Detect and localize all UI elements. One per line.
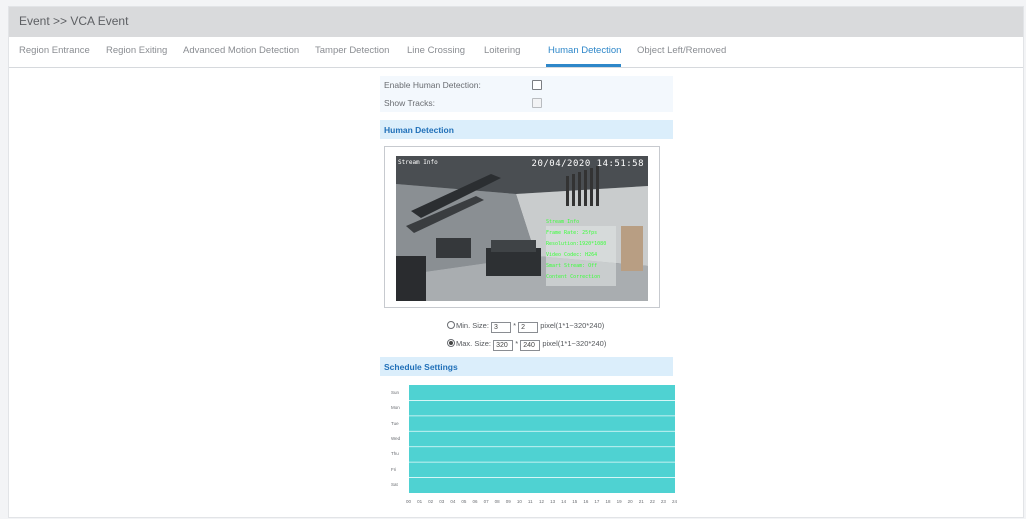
min-size-label: Min. Size: xyxy=(456,321,489,330)
tab-region-entrance[interactable]: Region Entrance xyxy=(19,45,90,56)
min-size-range: pixel(1*1~320*240) xyxy=(540,321,605,330)
day-label: Mon xyxy=(391,405,400,411)
min-size-times: * xyxy=(513,321,517,330)
hour-label: 18 xyxy=(605,499,611,504)
tab-human-detection[interactable]: Human Detection xyxy=(548,45,621,56)
day-label: Fri xyxy=(391,466,397,472)
hour-label: 09 xyxy=(505,499,511,504)
osd-line: Frame Rate: 25fps xyxy=(546,230,598,236)
hour-label: 04 xyxy=(450,499,456,504)
max-size-label: Max. Size: xyxy=(456,339,492,348)
breadcrumb: Event >> VCA Event xyxy=(19,14,129,28)
hour-label: 23 xyxy=(660,499,666,504)
hour-label: 19 xyxy=(616,499,622,504)
day-label: Sun xyxy=(391,389,400,395)
osd-line: Video Codec: H264 xyxy=(546,252,598,258)
min-size-row: Min. Size: 3 * 2 pixel(1*1~320*240) xyxy=(447,321,604,333)
day-label: Thu xyxy=(391,451,399,457)
day-label: Sat xyxy=(391,482,398,488)
tab-advanced-motion-detection[interactable]: Advanced Motion Detection xyxy=(183,45,299,56)
hour-label: 07 xyxy=(483,499,489,504)
day-label: Tue xyxy=(391,420,399,426)
hour-label: 08 xyxy=(494,499,500,504)
schedule-fill xyxy=(409,385,675,493)
tab-tamper-detection[interactable]: Tamper Detection xyxy=(315,45,389,56)
hour-label: 22 xyxy=(649,499,655,504)
page-header: Event >> VCA Event xyxy=(9,7,1023,37)
tab-loitering[interactable]: Loitering xyxy=(484,45,520,56)
schedule-grid-canvas[interactable] xyxy=(391,383,677,497)
show-tracks-checkbox[interactable] xyxy=(532,98,542,108)
max-size-row: Max. Size: 320 * 240 pixel(1*1~320*240) xyxy=(447,339,606,351)
hour-label: 14 xyxy=(561,499,567,504)
show-tracks-row: Show Tracks: xyxy=(380,94,673,112)
schedule-settings-section-header: Schedule Settings xyxy=(380,357,673,376)
osd-line: Content Correction xyxy=(546,274,601,280)
human-detection-section-header: Human Detection xyxy=(380,120,673,139)
active-tab-indicator xyxy=(546,64,621,67)
hour-label: 11 xyxy=(527,499,533,504)
osd-line: Smart Stream: Off xyxy=(546,263,598,269)
hour-label: 01 xyxy=(417,499,423,504)
hour-label: 13 xyxy=(550,499,556,504)
min-size-width-input[interactable]: 3 xyxy=(491,322,512,333)
tab-bar: Region Entrance Region Exiting Advanced … xyxy=(9,37,1023,68)
hour-label: 10 xyxy=(516,499,522,504)
max-size-range: pixel(1*1~320*240) xyxy=(542,339,607,348)
camera-preview[interactable]: Stream Info 20/04/2020 14:51:58 Stream I… xyxy=(396,156,648,301)
osd-timestamp: 20/04/2020 14:51:58 xyxy=(531,159,644,169)
min-size-radio[interactable] xyxy=(447,321,455,329)
hour-label: 17 xyxy=(594,499,600,504)
max-size-times: * xyxy=(515,339,519,348)
hour-label: 06 xyxy=(472,499,478,504)
tab-object-left-removed[interactable]: Object Left/Removed xyxy=(637,45,726,56)
video-preview-box: Stream Info 20/04/2020 14:51:58 Stream I… xyxy=(384,146,660,308)
hour-label: 24 xyxy=(672,499,678,504)
hour-label: 02 xyxy=(428,499,434,504)
enable-human-detection-row: Enable Human Detection: xyxy=(380,76,673,94)
hour-label: 20 xyxy=(627,499,633,504)
enable-human-detection-label: Enable Human Detection: xyxy=(384,80,481,90)
hour-label: 16 xyxy=(583,499,589,504)
max-size-width-input[interactable]: 320 xyxy=(493,340,514,351)
enable-human-detection-checkbox[interactable] xyxy=(532,80,542,90)
tab-line-crossing[interactable]: Line Crossing xyxy=(407,45,465,56)
hour-label: 05 xyxy=(461,499,467,504)
max-size-radio[interactable] xyxy=(447,339,455,347)
hour-label: 00 xyxy=(406,499,412,504)
osd-stream-info-label: Stream Info xyxy=(398,159,438,166)
show-tracks-label: Show Tracks: xyxy=(384,98,436,108)
camera-scene-image: Stream Info xyxy=(396,156,648,301)
hour-label: 15 xyxy=(572,499,578,504)
hour-label: 21 xyxy=(638,499,644,504)
schedule-settings-section-title: Schedule Settings xyxy=(384,362,458,372)
main-frame: Event >> VCA Event Region Entrance Regio… xyxy=(8,6,1024,518)
schedule-grid[interactable]: Sun Mon Tue Wed Thu Fri Sat 00 01 02 03 04 05 06 07 08… xyxy=(391,383,677,509)
tab-region-exiting[interactable]: Region Exiting xyxy=(106,45,167,56)
day-label: Wed xyxy=(391,436,401,441)
human-detection-section-title: Human Detection xyxy=(384,125,454,135)
osd-line: Resolution:1920*1080 xyxy=(546,241,607,247)
min-size-height-input[interactable]: 2 xyxy=(518,322,539,333)
hour-label: 12 xyxy=(539,499,545,504)
hour-label: 03 xyxy=(439,499,445,504)
osd-line: Stream Info xyxy=(546,219,580,225)
max-size-height-input[interactable]: 240 xyxy=(520,340,541,351)
